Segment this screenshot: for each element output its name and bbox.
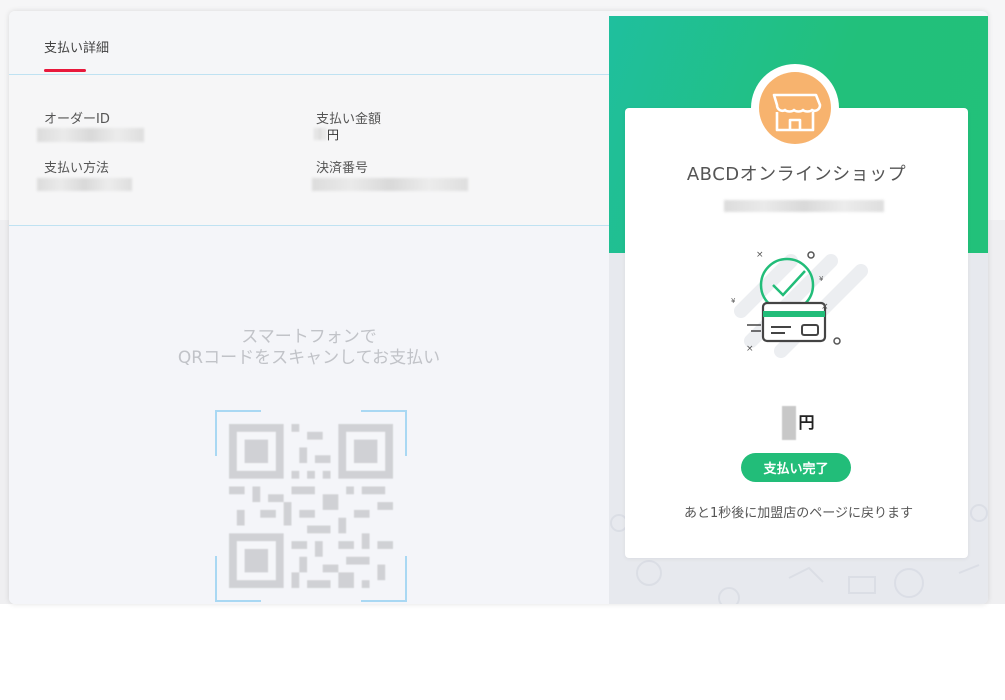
amount-label: 支払い金額 xyxy=(316,112,382,127)
payment-method-label: 支払い方法 xyxy=(44,161,110,176)
payment-result-pane: ABCDオンラインショップ × × × ¥ ¥ 円 支払い完了 あと1秒後に加盟… xyxy=(609,16,988,604)
payment-complete-button[interactable]: 支払い完了 xyxy=(741,453,851,482)
svg-text:¥: ¥ xyxy=(731,297,736,305)
amount-value-redacted xyxy=(782,406,797,440)
svg-text:×: × xyxy=(756,250,764,260)
shop-avatar xyxy=(751,64,839,152)
svg-text:¥: ¥ xyxy=(819,275,824,283)
settlement-number-value-redacted xyxy=(312,178,468,191)
tab-payment-details[interactable]: 支払い詳細 xyxy=(44,37,109,56)
amount-unit: 円 xyxy=(327,128,340,142)
tab-bar: 支払い詳細 xyxy=(9,11,609,75)
payment-details-pane: 支払い詳細 オーダーID 支払い金額 円 支払い方法 決済番号 スマートフォンで… xyxy=(9,11,609,604)
shop-id-redacted xyxy=(724,200,884,212)
scan-instruction-line2: QRコードをスキャンしてお支払い xyxy=(177,348,441,368)
amount-unit: 円 xyxy=(798,413,815,432)
shop-name: ABCDオンラインショップ xyxy=(686,164,907,185)
settlement-number-label: 決済番号 xyxy=(316,161,369,176)
svg-text:×: × xyxy=(821,302,829,312)
active-tab-indicator xyxy=(44,69,86,72)
qr-code-image xyxy=(229,424,393,588)
order-id-value-redacted xyxy=(37,128,144,142)
payment-method-value-redacted xyxy=(37,178,132,191)
paid-amount: 円 xyxy=(609,406,988,440)
redirect-message: あと1秒後に加盟店のページに戻ります xyxy=(683,506,913,521)
qr-code-frame xyxy=(215,410,407,602)
payment-card: 支払い詳細 オーダーID 支払い金額 円 支払い方法 決済番号 スマートフォンで… xyxy=(9,11,988,604)
store-icon xyxy=(772,93,822,132)
svg-text:×: × xyxy=(746,344,754,354)
scan-instruction-line1: スマートフォンで xyxy=(241,327,377,347)
payment-success-card-icon: × × × ¥ ¥ xyxy=(731,250,868,358)
amount-value-redacted xyxy=(314,128,326,140)
details-section: オーダーID 支払い金額 円 支払い方法 決済番号 xyxy=(9,75,609,226)
order-id-label: オーダーID xyxy=(44,112,110,127)
